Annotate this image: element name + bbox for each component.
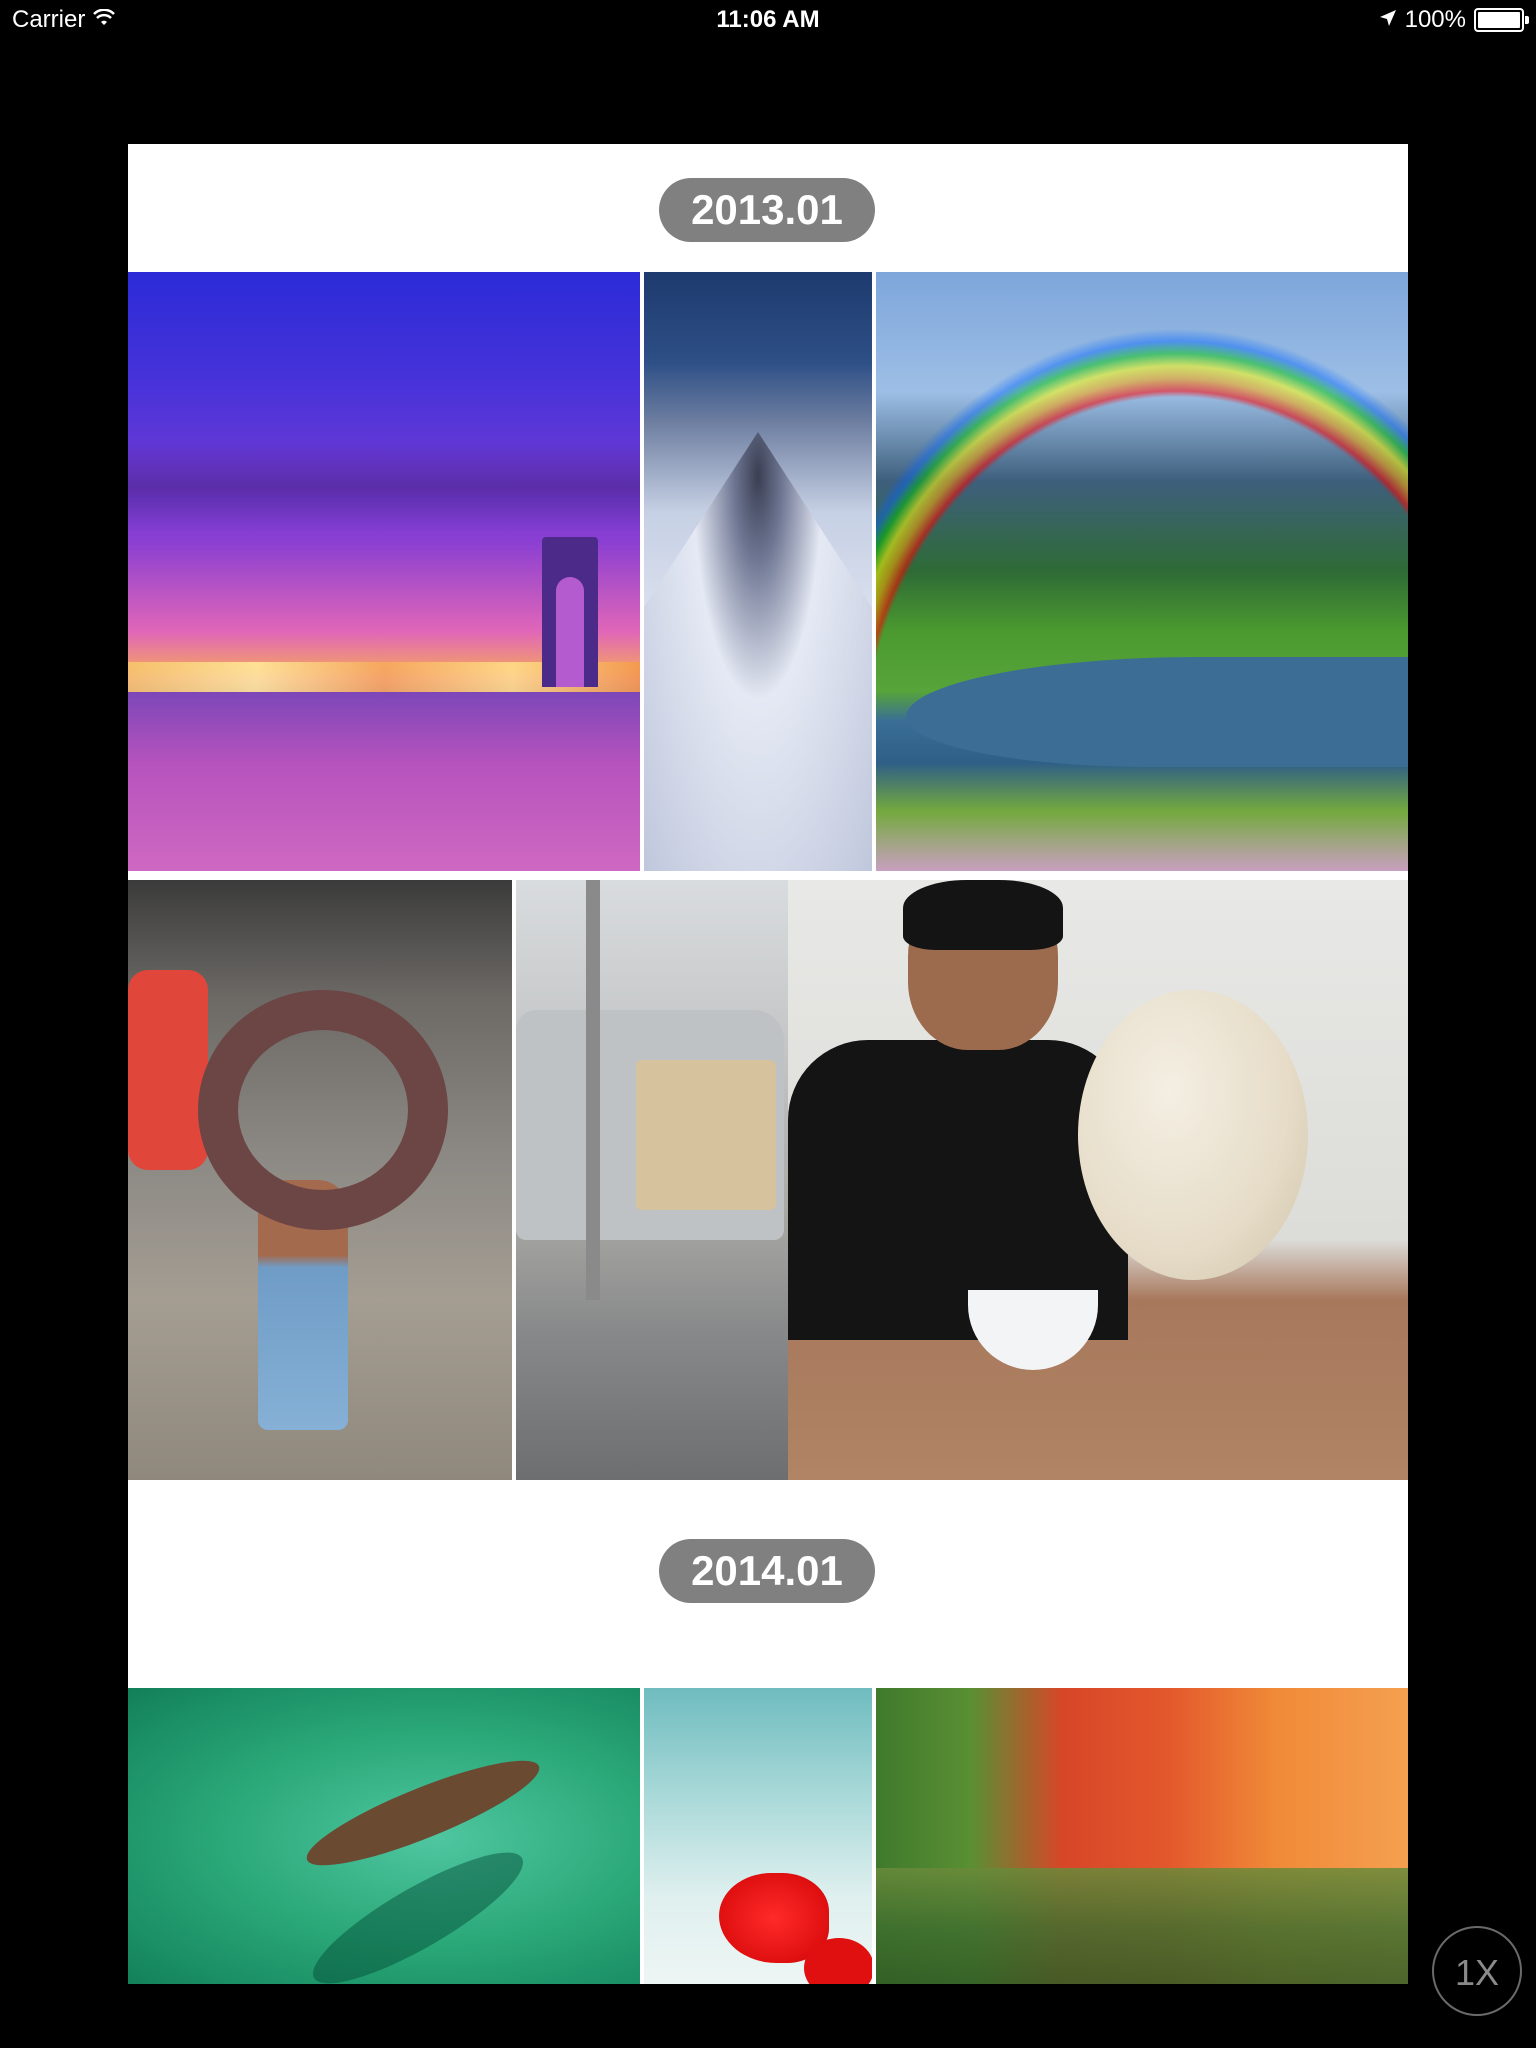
goats-cargo <box>636 1060 776 1210</box>
city-skyline-photo[interactable] <box>128 272 640 871</box>
battery-icon <box>1474 8 1529 32</box>
pole <box>586 880 600 1300</box>
clouds <box>128 442 640 532</box>
date-badge: 2013.01 <box>659 178 875 242</box>
garden-ground <box>876 1868 1408 1984</box>
section-header-2014-01: 2014.01 <box>128 1489 1408 1616</box>
section-header-2013-01: 2013.01 <box>128 144 1408 271</box>
date-badge: 2014.01 <box>659 1539 875 1603</box>
location-icon <box>1379 6 1397 34</box>
tire <box>198 990 448 1230</box>
status-time: 11:06 AM <box>716 6 820 33</box>
photo-timeline-panel[interactable]: 2013.01 2014.01 <box>128 144 1408 1984</box>
giant-bun <box>1078 990 1308 1280</box>
zoom-1x-button[interactable]: 1X <box>1432 1926 1522 2016</box>
snowy-volcano-photo[interactable] <box>644 272 872 871</box>
rainbow-meadow-photo[interactable] <box>876 272 1408 871</box>
man-eating-bun-photo[interactable] <box>788 880 1408 1480</box>
volcano-cone <box>644 432 872 871</box>
battery-percent: 100% <box>1404 6 1466 33</box>
status-bar: Carrier 11:06 AM 100% <box>0 0 1536 40</box>
bystander <box>128 970 208 1170</box>
gate-tower <box>542 537 598 687</box>
status-right: 100% <box>1379 6 1529 34</box>
red-poppy-photo[interactable] <box>644 1688 872 1984</box>
canoe-photo[interactable] <box>128 1688 640 1984</box>
hair <box>903 880 1063 950</box>
autumn-garden-photo[interactable] <box>876 1688 1408 1984</box>
tire-carrier-photo[interactable] <box>128 880 512 1480</box>
bowl <box>968 1290 1098 1370</box>
